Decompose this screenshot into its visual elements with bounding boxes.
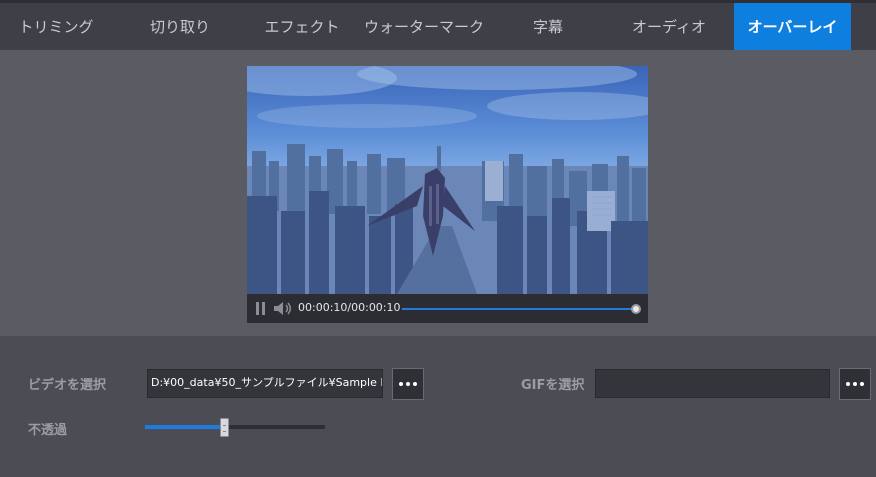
opacity-label: 不透過 [28,423,68,438]
tab-overlay[interactable]: オーバーレイ [734,3,851,50]
tab-watermark[interactable]: ウォーターマーク [356,3,492,50]
ellipsis-icon [399,382,417,386]
seek-bar[interactable] [402,308,636,310]
playback-time: 00:00:10/00:00:10 [298,301,401,314]
gif-path-field[interactable] [595,369,830,398]
gif-select-label: GIFを選択 [521,378,585,393]
tab-bar: トリミング 切り取り エフェクト ウォーターマーク 字幕 オーディオ オーバーレ… [0,0,876,50]
tab-effect[interactable]: エフェクト [248,3,356,50]
player-controls: 00:00:10/00:00:10 [247,294,648,323]
video-select-label: ビデオを選択 [28,378,107,393]
video-frame[interactable] [247,66,648,294]
video-scene [247,66,648,294]
opacity-slider-fill [145,425,225,429]
gif-browse-button[interactable] [839,368,871,400]
preview-area: 00:00:10/00:00:10 [0,50,876,336]
video-browse-button[interactable] [392,368,424,400]
tab-subtitle[interactable]: 字幕 [492,3,604,50]
pause-icon[interactable] [255,302,266,315]
opacity-slider[interactable] [145,425,325,429]
tab-audio[interactable]: オーディオ [604,3,734,50]
video-path-field[interactable]: D:¥00_data¥50_サンプルファイル¥Sample Data¥m [147,369,383,398]
speaker-icon[interactable] [273,300,293,317]
video-player: 00:00:10/00:00:10 [247,66,648,323]
seek-handle[interactable] [631,304,641,314]
overlay-settings: ビデオを選択 D:¥00_data¥50_サンプルファイル¥Sample Dat… [0,336,876,477]
opacity-slider-thumb[interactable] [220,418,230,437]
tab-crop[interactable]: 切り取り [112,3,248,50]
tab-trimming[interactable]: トリミング [0,3,112,50]
ellipsis-icon [846,382,864,386]
